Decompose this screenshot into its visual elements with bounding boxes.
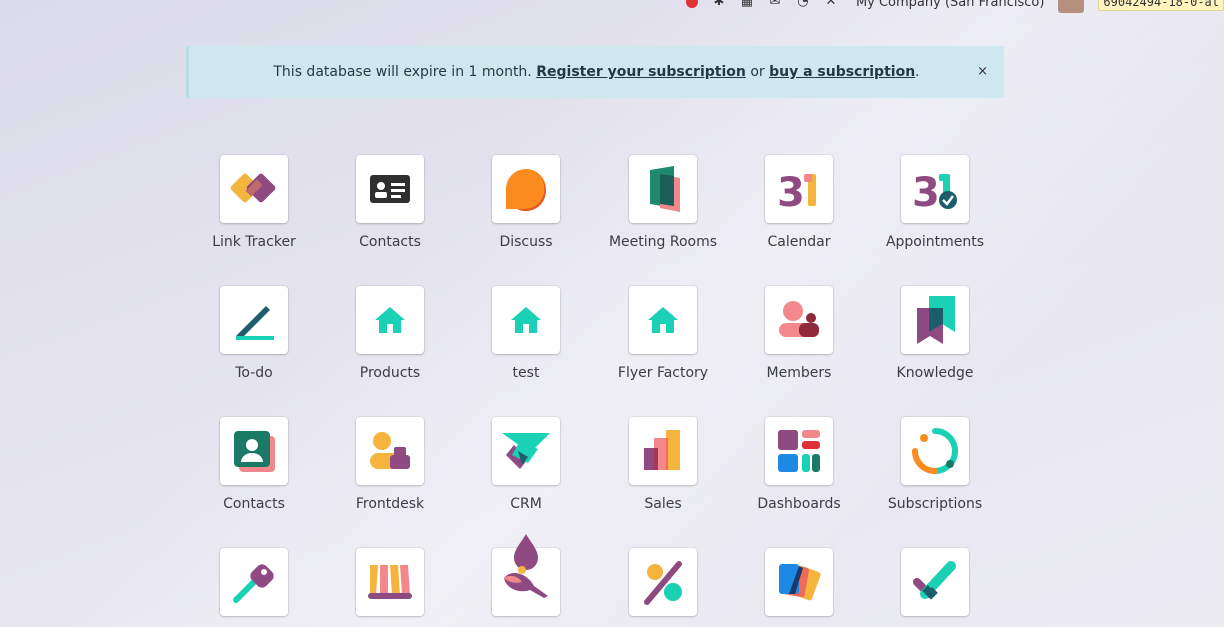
app-label: Knowledge: [896, 365, 974, 381]
app-tile[interactable]: [356, 286, 424, 354]
app-tile[interactable]: [492, 155, 560, 223]
home-icon: [511, 307, 541, 333]
frontdesk-icon: [370, 432, 410, 469]
app-flyer-factory[interactable]: Flyer Factory: [598, 286, 728, 381]
app-tile[interactable]: 3: [765, 155, 833, 223]
app-tile[interactable]: [765, 548, 833, 616]
app-label: test: [512, 365, 540, 381]
app-tile[interactable]: [629, 417, 697, 485]
app-label: Sales: [644, 496, 682, 512]
app-todo[interactable]: To-do: [189, 286, 319, 381]
app-tile[interactable]: [220, 286, 288, 354]
app-calendar[interactable]: 3 Calendar: [734, 155, 864, 250]
tool-icon: [233, 564, 274, 603]
subscriptions-icon: [912, 428, 958, 474]
dashboards-icon: [778, 430, 820, 472]
cards-icon: [779, 564, 821, 601]
app-label: Products: [359, 365, 421, 381]
meeting-rooms-icon: [650, 166, 680, 212]
home-icon: [375, 307, 405, 333]
todo-icon: [236, 306, 274, 340]
app-label: Contacts: [223, 496, 285, 512]
app-frontdesk[interactable]: Frontdesk: [325, 417, 455, 512]
app-label: Members: [766, 365, 832, 381]
app-tile[interactable]: [629, 286, 697, 354]
app-knowledge[interactable]: Knowledge: [870, 286, 1000, 381]
contacts-person-icon: [234, 431, 275, 472]
app-tile[interactable]: [492, 417, 560, 485]
app-contacts-2[interactable]: Contacts: [189, 417, 319, 512]
app-tile[interactable]: [356, 417, 424, 485]
paint-icon: [504, 534, 548, 598]
link-tracker-icon: [230, 173, 276, 203]
app-label: Subscriptions: [887, 496, 983, 512]
app-label: Meeting Rooms: [608, 234, 718, 250]
crm-icon: [502, 433, 550, 469]
app-tile[interactable]: 3: [901, 155, 969, 223]
app-tile[interactable]: [901, 548, 969, 616]
app-label: Calendar: [767, 234, 831, 250]
app-tools[interactable]: [189, 548, 319, 627]
app-link-tracker[interactable]: Link Tracker: [189, 155, 319, 250]
shop-icon: [368, 565, 412, 599]
app-label: Dashboards: [757, 496, 841, 512]
app-label: Appointments: [885, 234, 985, 250]
app-tile[interactable]: [629, 548, 697, 616]
app-test[interactable]: test: [461, 286, 591, 381]
knowledge-icon: [917, 296, 955, 344]
app-label: Frontdesk: [355, 496, 425, 512]
app-appointments[interactable]: 3 Appointments: [870, 155, 1000, 250]
app-label: To-do: [235, 365, 273, 381]
app-tile[interactable]: [220, 155, 288, 223]
calendar-icon: 3: [777, 170, 816, 214]
checkmark-icon: [913, 561, 956, 600]
contacts-card-icon: [370, 175, 410, 203]
app-tile[interactable]: [356, 548, 424, 616]
app-tile[interactable]: [356, 155, 424, 223]
app-checkmark[interactable]: [870, 548, 1000, 627]
app-label: CRM: [510, 496, 542, 512]
calendar-digit-three: 3: [777, 170, 805, 214]
sales-icon: [644, 430, 680, 470]
app-discuss[interactable]: Discuss: [461, 155, 591, 250]
app-products[interactable]: Products: [325, 286, 455, 381]
app-crm[interactable]: CRM: [461, 417, 591, 512]
discount-icon: [644, 561, 682, 605]
app-label: Flyer Factory: [617, 365, 709, 381]
app-label: Contacts: [359, 234, 421, 250]
app-members[interactable]: Members: [734, 286, 864, 381]
app-cards[interactable]: [734, 548, 864, 627]
app-meeting-rooms[interactable]: Meeting Rooms: [598, 155, 728, 250]
home-icon: [648, 307, 678, 333]
app-shop[interactable]: [325, 548, 455, 627]
app-paint[interactable]: [461, 534, 591, 627]
app-dashboards[interactable]: Dashboards: [734, 417, 864, 512]
appointments-icon: 3: [912, 170, 957, 214]
app-label: Link Tracker: [212, 234, 296, 250]
app-tile[interactable]: [765, 286, 833, 354]
discuss-icon: [506, 169, 546, 212]
app-tile[interactable]: [765, 417, 833, 485]
app-tile[interactable]: [629, 155, 697, 223]
app-grid: Link Tracker Contacts Discuss Meeting Ro…: [0, 0, 1224, 627]
members-icon: [779, 301, 819, 337]
app-label: Discuss: [499, 234, 553, 250]
app-tile[interactable]: [220, 417, 288, 485]
app-tile[interactable]: [492, 286, 560, 354]
app-tile[interactable]: [901, 417, 969, 485]
app-subscriptions[interactable]: Subscriptions: [870, 417, 1000, 512]
svg-text:3: 3: [912, 170, 940, 214]
app-tile[interactable]: [492, 534, 560, 616]
app-sales[interactable]: Sales: [598, 417, 728, 512]
app-tile[interactable]: [901, 286, 969, 354]
app-contacts[interactable]: Contacts: [325, 155, 455, 250]
app-discount[interactable]: [598, 548, 728, 627]
app-tile[interactable]: [220, 548, 288, 616]
